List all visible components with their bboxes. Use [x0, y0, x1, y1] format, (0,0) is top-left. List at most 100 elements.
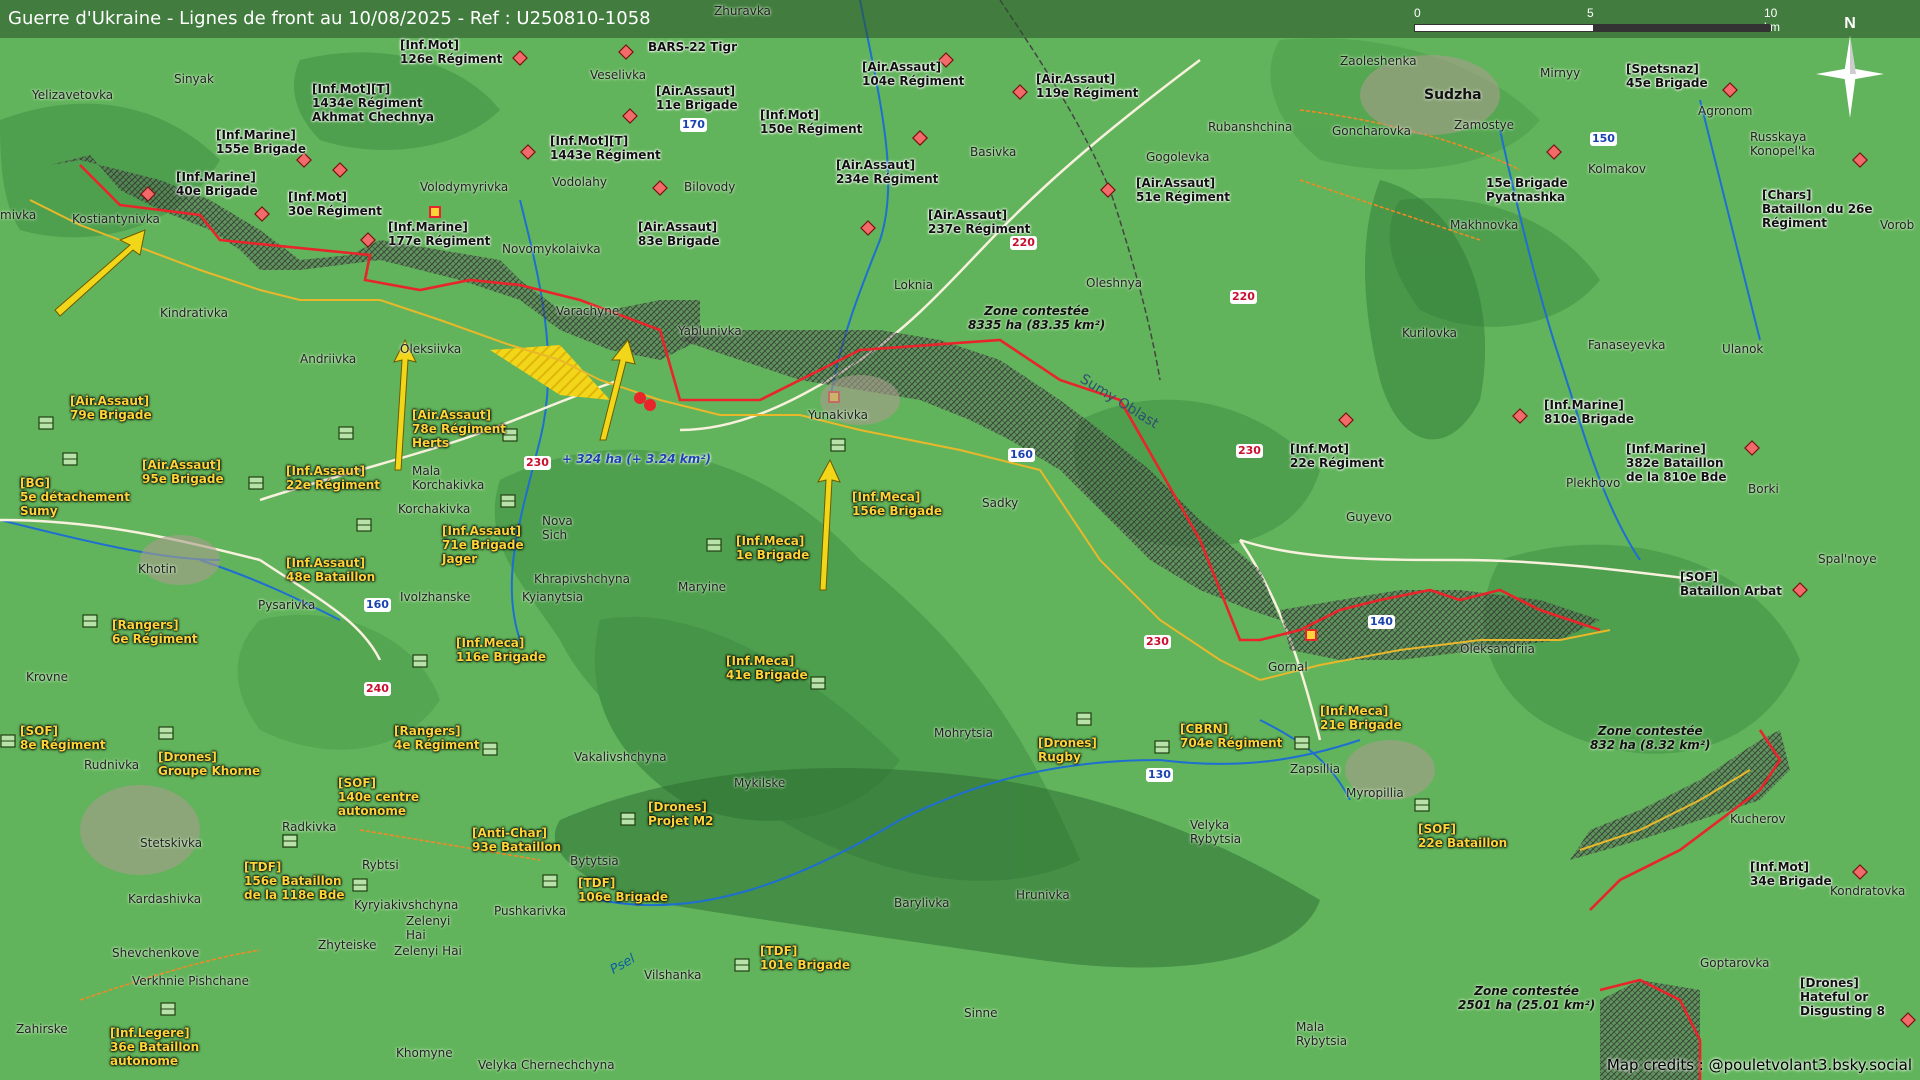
ukrainian-unit-label: [Drones] Groupe Khorne — [158, 750, 261, 778]
ukrainian-unit-marker-icon[interactable] — [500, 494, 516, 513]
ukrainian-unit-marker-icon[interactable] — [1076, 712, 1092, 731]
russian-unit-label: [Inf.Mot] 34e Brigade — [1750, 860, 1832, 888]
russian-unit-marker-icon[interactable] — [1900, 1012, 1916, 1033]
town-zelenyi-hai-b: Zelenyi Hai — [394, 944, 462, 958]
ukrainian-unit-label: [Inf.Meca] 1e Brigade — [736, 534, 810, 562]
ukrainian-unit-marker-icon[interactable] — [282, 834, 298, 853]
ukrainian-unit-marker-icon[interactable] — [158, 726, 174, 745]
russian-unit-label: [Inf.Mot][T] 1434e Régiment Akhmat Chech… — [312, 82, 434, 124]
town-pysarivka: Pysarivka — [258, 598, 316, 612]
russian-unit-marker-icon[interactable] — [912, 130, 928, 151]
ukrainian-unit-marker-icon[interactable] — [1294, 736, 1310, 755]
ukrainian-unit-marker-icon[interactable] — [412, 654, 428, 673]
ukrainian-unit-marker-icon[interactable] — [1414, 798, 1430, 817]
town-khomyne: Khomyne — [396, 1046, 453, 1060]
russian-unit-marker-icon[interactable] — [1546, 144, 1562, 165]
town-yelizavetovka: Yelizavetovka — [32, 88, 114, 102]
ukrainian-unit-marker-icon[interactable] — [356, 518, 372, 537]
gain-label: + 324 ha (+ 3.24 km²) — [562, 452, 712, 466]
ukrainian-unit-marker-icon[interactable] — [82, 614, 98, 633]
ukrainian-unit-label: [Inf.Meca] 156e Brigade — [852, 490, 942, 518]
road-150: 150 — [1590, 132, 1617, 146]
town-mivka: mivka — [0, 208, 37, 222]
russian-unit-label: [Chars] Bataillon du 26e Régiment — [1762, 188, 1873, 230]
town-radkivka: Radkivka — [282, 820, 337, 834]
russian-unit-marker-icon[interactable] — [622, 108, 638, 129]
russian-unit-marker-icon[interactable] — [1792, 582, 1808, 603]
town-fanaseyevka: Fanaseyevka — [1588, 338, 1666, 352]
road-230c: 230 — [1144, 635, 1171, 649]
ukrainian-unit-label: [Inf.Meca] 21e Brigade — [1320, 704, 1402, 732]
russian-unit-marker-icon[interactable] — [1744, 440, 1760, 461]
ukrainian-unit-label: [Inf.Assaut] 22e Régiment — [286, 464, 381, 492]
town-gornal: Gornal — [1268, 660, 1308, 674]
ukrainian-unit-marker-icon[interactable] — [352, 878, 368, 897]
ukrainian-unit-marker-icon[interactable] — [482, 742, 498, 761]
ukrainian-unit-label: [Air.Assaut] 78e Régiment Herts — [412, 408, 507, 450]
road-160b: 160 — [364, 598, 391, 612]
russian-unit-marker-icon[interactable] — [1722, 82, 1738, 103]
ukrainian-unit-marker-icon[interactable] — [620, 812, 636, 831]
russian-unit-marker-icon[interactable] — [1012, 84, 1028, 105]
town-plekhovo: Plekhovo — [1566, 476, 1621, 490]
town-khrapivshchyna: Khrapivshchyna — [534, 572, 630, 586]
ukrainian-unit-marker-icon[interactable] — [542, 874, 558, 893]
ukrainian-unit-marker-icon[interactable] — [62, 452, 78, 471]
ukrainian-unit-marker-icon[interactable] — [830, 438, 846, 457]
russian-unit-marker-icon[interactable] — [1852, 864, 1868, 885]
town-kardashivka: Kardashivka — [128, 892, 202, 906]
scale-label-5: 5 — [1587, 6, 1594, 20]
ukrainian-unit-label: [Inf.Meca] 116e Brigade — [456, 636, 546, 664]
ukrainian-unit-marker-icon[interactable] — [734, 958, 750, 977]
russian-unit-marker-icon[interactable] — [618, 44, 634, 65]
town-sadky: Sadky — [982, 496, 1019, 510]
map-credits: Map credits : @pouletvolant3.bsky.social — [1606, 1056, 1912, 1074]
russian-unit-marker-icon[interactable] — [1100, 182, 1116, 203]
ukrainian-unit-label: [Drones] Projet M2 — [648, 800, 714, 828]
ukrainian-unit-marker-icon[interactable] — [38, 416, 54, 435]
russian-unit-marker-icon[interactable] — [860, 220, 876, 241]
ukrainian-unit-label: [SOF] 22e Bataillon — [1418, 822, 1508, 850]
town-mala-korchakivka: Mala Korchakivka — [412, 464, 485, 492]
russian-unit-label: [Air.Assaut] 51e Régiment — [1136, 176, 1231, 204]
road-220a: 220 — [1010, 236, 1037, 250]
ukrainian-unit-marker-icon[interactable] — [338, 426, 354, 445]
russian-unit-marker-icon[interactable] — [332, 162, 348, 183]
town-varachyne: Varachyne — [556, 304, 620, 318]
road-240: 240 — [364, 682, 391, 696]
russian-unit-marker-icon[interactable] — [652, 180, 668, 201]
russian-unit-marker-icon[interactable] — [140, 186, 156, 207]
town-khotin: Khotin — [138, 562, 177, 576]
town-zelenyi-hai-a: Zelenyi Hai — [406, 914, 451, 942]
russian-unit-marker-icon[interactable] — [512, 50, 528, 71]
russian-unit-marker-icon[interactable] — [1512, 408, 1528, 429]
town-yunakivka: Yunakivka — [808, 408, 868, 422]
ukrainian-unit-marker-icon[interactable] — [160, 1002, 176, 1021]
town-zhuravka: Zhuravka — [714, 4, 771, 18]
russian-unit-label: [Air.Assaut] 237e Régiment — [928, 208, 1031, 236]
russian-unit-label: [Inf.Mot] 30e Régiment — [288, 190, 383, 218]
russian-unit-label: [Air.Assaut] 83e Brigade — [638, 220, 720, 248]
town-goptarovka: Goptarovka — [1700, 956, 1770, 970]
north-label: N — [1844, 15, 1856, 32]
town-krovne: Krovne — [26, 670, 68, 684]
town-borki: Borki — [1748, 482, 1779, 496]
ukrainian-unit-marker-icon[interactable] — [248, 476, 264, 495]
russian-unit-marker-icon[interactable] — [360, 232, 376, 253]
town-maryine: Maryine — [678, 580, 727, 594]
russian-unit-label: [Air.Assaut] 104e Régiment — [862, 60, 965, 88]
ukrainian-unit-marker-icon[interactable] — [0, 734, 16, 753]
russian-unit-marker-icon[interactable] — [1338, 412, 1354, 433]
ukrainian-unit-marker-icon[interactable] — [706, 538, 722, 557]
town-zamostye: Zamostye — [1454, 118, 1515, 132]
ukrainian-unit-marker-icon[interactable] — [810, 676, 826, 695]
ukrainian-unit-label: [Rangers] 6e Régiment — [112, 618, 198, 646]
town-kindrativka: Kindrativka — [160, 306, 228, 320]
town-oleksandriia: Oleksandriia — [1460, 642, 1535, 656]
ukrainian-unit-marker-icon[interactable] — [1154, 740, 1170, 759]
russian-unit-marker-icon[interactable] — [1852, 152, 1868, 173]
russian-unit-marker-icon[interactable] — [254, 206, 270, 227]
russian-unit-label: 15e Brigade Pyatnashka — [1486, 176, 1568, 204]
town-mykilske: Mykilske — [734, 776, 786, 790]
russian-unit-marker-icon[interactable] — [520, 144, 536, 165]
